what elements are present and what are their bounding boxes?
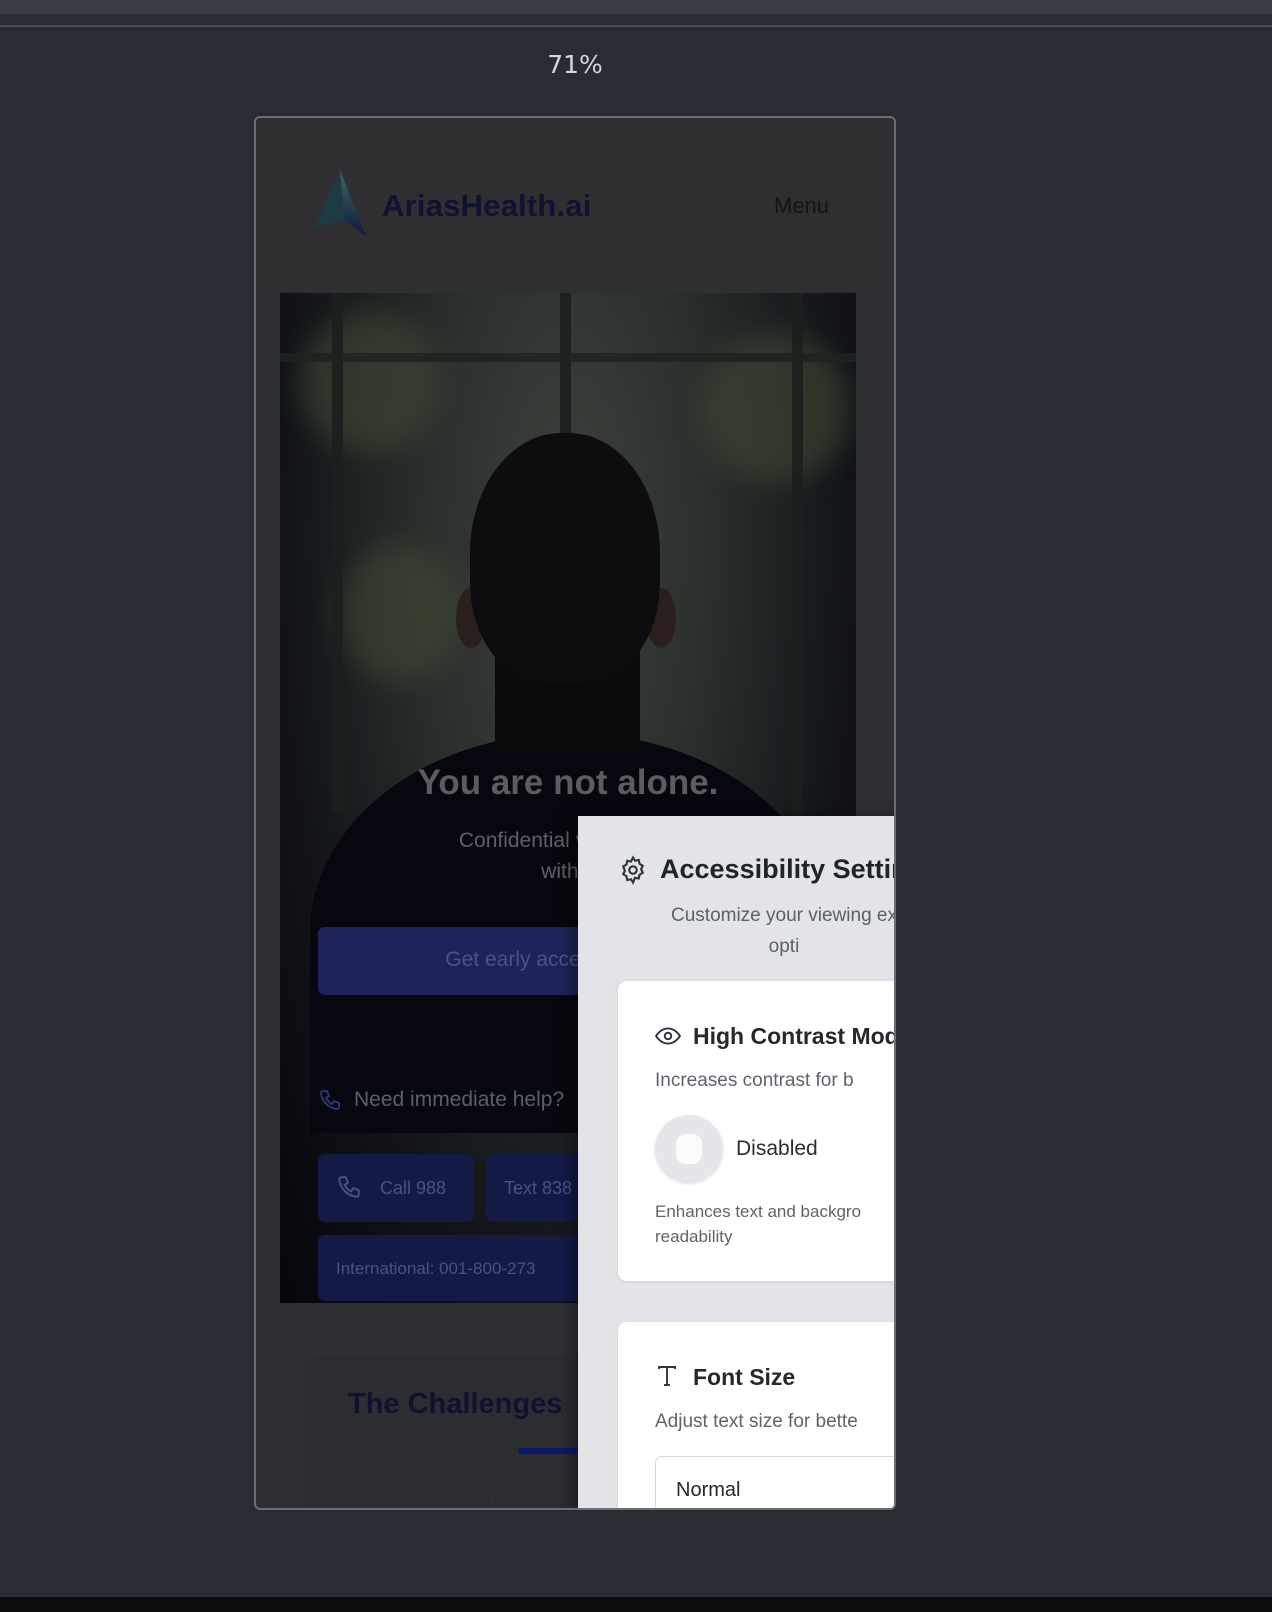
- phone-icon: [338, 1176, 360, 1198]
- font-size-card: Font Size Adjust text size for bette Nor…: [618, 1322, 894, 1508]
- font-size-select[interactable]: Normal: [655, 1456, 894, 1508]
- call-988-button[interactable]: Call 988: [318, 1154, 474, 1222]
- text-size-icon: [658, 1366, 676, 1386]
- call-988-label: Call 988: [380, 1178, 447, 1198]
- accessibility-title: Accessibility Settin: [660, 854, 896, 884]
- brand-name[interactable]: AriasHealth.ai: [382, 188, 592, 224]
- site-header: AriasHealth.ai Menu: [256, 118, 894, 293]
- international-label: International: 001-800-273: [336, 1259, 536, 1278]
- window-frame: [792, 293, 803, 813]
- hero-foliage: [340, 543, 460, 683]
- high-contrast-description: Increases contrast for b: [655, 1070, 854, 1091]
- accessibility-subtitle-line: Customize your viewing ex: [671, 905, 896, 926]
- immediate-help-label: Need immediate help?: [354, 1088, 565, 1111]
- browser-divider: [0, 25, 1272, 27]
- font-size-description: Adjust text size for bette: [655, 1411, 858, 1432]
- accessibility-subtitle: Customize your viewing ex opti: [634, 900, 896, 962]
- font-size-selected: Normal: [676, 1479, 741, 1501]
- window-frame: [280, 353, 856, 362]
- browser-bottom-bar: [0, 1597, 1272, 1612]
- hero-foliage: [300, 313, 440, 453]
- text-838-label: Text 838: [504, 1178, 573, 1198]
- font-size-title: Font Size: [693, 1364, 796, 1390]
- hero-silhouette: [470, 433, 660, 683]
- window-frame: [332, 293, 343, 813]
- menu-button[interactable]: Menu: [774, 193, 829, 219]
- high-contrast-title: High Contrast Mod: [693, 1023, 896, 1049]
- high-contrast-note: Enhances text and backgro readability: [655, 1202, 862, 1246]
- gear-icon: [621, 855, 645, 885]
- zoom-level: 71%: [547, 50, 603, 79]
- high-contrast-toggle[interactable]: [655, 1115, 723, 1183]
- logo-mark[interactable]: [314, 170, 366, 236]
- high-contrast-card: High Contrast Mod Increases contrast for…: [618, 981, 896, 1281]
- hero-title: You are not alone.: [417, 763, 719, 802]
- high-contrast-state: Disabled: [736, 1137, 818, 1160]
- browser-top-bar: [0, 0, 1272, 14]
- eye-icon: [655, 1027, 681, 1045]
- accessibility-subtitle-line: opti: [768, 936, 800, 957]
- challenges-title: The Challenges: [348, 1388, 563, 1420]
- toggle-knob: [676, 1134, 702, 1164]
- device-frame: AriasHealth.ai Menu You are not alone. C…: [254, 116, 896, 1510]
- challenges-text: Many veterans face: [376, 1486, 551, 1508]
- accessibility-panel: Accessibility Settin Customize your view…: [578, 816, 896, 1508]
- phone-icon: [320, 1090, 340, 1111]
- immediate-help-row: Need immediate help?: [318, 1088, 564, 1112]
